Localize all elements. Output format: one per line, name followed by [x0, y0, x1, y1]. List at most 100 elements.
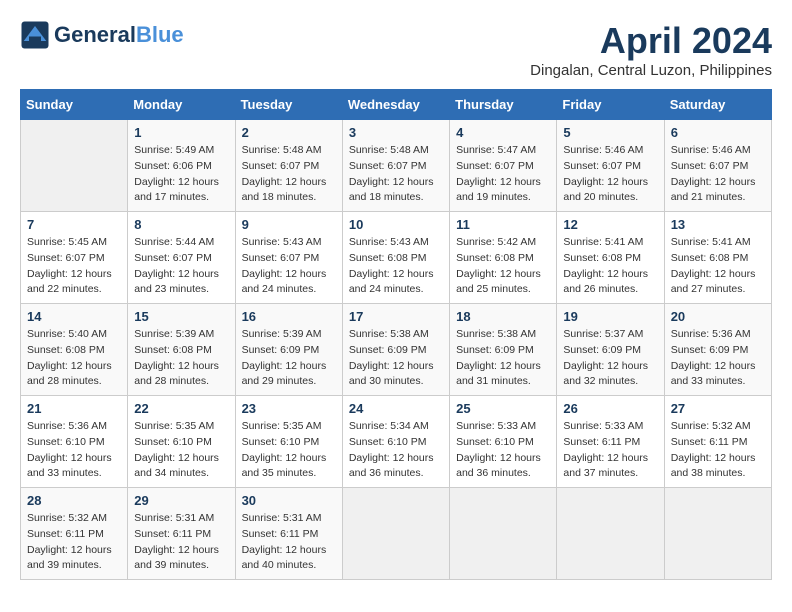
- weekday-header: Monday: [128, 90, 235, 120]
- day-number: 23: [242, 401, 336, 416]
- day-info: Sunrise: 5:34 AM Sunset: 6:10 PM Dayligh…: [349, 419, 443, 482]
- calendar-cell: 20 Sunrise: 5:36 AM Sunset: 6:09 PM Dayli…: [664, 304, 771, 396]
- day-number: 19: [563, 309, 657, 324]
- day-number: 15: [134, 309, 228, 324]
- weekday-header: Sunday: [21, 90, 128, 120]
- calendar-cell: 4Sunrise: 5:47 AM Sunset: 6:07 PM Daylig…: [450, 120, 557, 212]
- location: Dingalan, Central Luzon, Philippines: [530, 62, 772, 79]
- calendar-cell: 1 Sunrise: 5:49 AM Sunset: 6:06 PM Daylig…: [128, 120, 235, 212]
- day-number: 20: [671, 309, 765, 324]
- day-info: Sunrise: 5:39 AM Sunset: 6:09 PM Dayligh…: [242, 327, 336, 390]
- calendar-cell: 7Sunrise: 5:45 AM Sunset: 6:07 PM Daylig…: [21, 212, 128, 304]
- calendar-table: SundayMondayTuesdayWednesdayThursdayFrid…: [20, 89, 772, 580]
- calendar-cell: 30 Sunrise: 5:31 AM Sunset: 6:11 PM Dayli…: [235, 488, 342, 580]
- calendar-cell: 8 Sunrise: 5:44 AM Sunset: 6:07 PM Daylig…: [128, 212, 235, 304]
- day-info: Sunrise: 5:45 AM Sunset: 6:07 PM Dayligh…: [27, 235, 121, 298]
- day-number: 2: [242, 125, 336, 140]
- day-info: Sunrise: 5:49 AM Sunset: 6:06 PM Dayligh…: [134, 143, 228, 206]
- day-info: Sunrise: 5:31 AM Sunset: 6:11 PM Dayligh…: [134, 511, 228, 574]
- day-number: 10: [349, 217, 443, 232]
- calendar-cell: 2 Sunrise: 5:48 AM Sunset: 6:07 PM Daylig…: [235, 120, 342, 212]
- day-number: 22: [134, 401, 228, 416]
- title-block: April 2024 Dingalan, Central Luzon, Phil…: [530, 20, 772, 79]
- day-number: 18: [456, 309, 550, 324]
- logo-icon: [20, 20, 50, 50]
- day-info: Sunrise: 5:44 AM Sunset: 6:07 PM Dayligh…: [134, 235, 228, 298]
- weekday-header: Friday: [557, 90, 664, 120]
- day-info: Sunrise: 5:38 AM Sunset: 6:09 PM Dayligh…: [349, 327, 443, 390]
- logo-text: GeneralBlue: [54, 23, 184, 47]
- day-info: Sunrise: 5:43 AM Sunset: 6:08 PM Dayligh…: [349, 235, 443, 298]
- calendar-cell: 6 Sunrise: 5:46 AM Sunset: 6:07 PM Daylig…: [664, 120, 771, 212]
- day-number: 1: [134, 125, 228, 140]
- calendar-cell: 27Sunrise: 5:32 AM Sunset: 6:11 PM Dayli…: [664, 396, 771, 488]
- day-number: 11: [456, 217, 550, 232]
- calendar-cell: [557, 488, 664, 580]
- calendar-cell: 21Sunrise: 5:36 AM Sunset: 6:10 PM Dayli…: [21, 396, 128, 488]
- calendar-cell: 10 Sunrise: 5:43 AM Sunset: 6:08 PM Dayli…: [342, 212, 449, 304]
- day-number: 29: [134, 493, 228, 508]
- day-number: 30: [242, 493, 336, 508]
- day-info: Sunrise: 5:39 AM Sunset: 6:08 PM Dayligh…: [134, 327, 228, 390]
- day-info: Sunrise: 5:42 AM Sunset: 6:08 PM Dayligh…: [456, 235, 550, 298]
- day-info: Sunrise: 5:32 AM Sunset: 6:11 PM Dayligh…: [27, 511, 121, 574]
- logo: GeneralBlue: [20, 20, 184, 50]
- day-number: 3: [349, 125, 443, 140]
- calendar-cell: 16Sunrise: 5:39 AM Sunset: 6:09 PM Dayli…: [235, 304, 342, 396]
- day-number: 25: [456, 401, 550, 416]
- day-number: 6: [671, 125, 765, 140]
- calendar-cell: 23 Sunrise: 5:35 AM Sunset: 6:10 PM Dayli…: [235, 396, 342, 488]
- calendar-cell: 3 Sunrise: 5:48 AM Sunset: 6:07 PM Daylig…: [342, 120, 449, 212]
- calendar-cell: 24 Sunrise: 5:34 AM Sunset: 6:10 PM Dayli…: [342, 396, 449, 488]
- day-info: Sunrise: 5:41 AM Sunset: 6:08 PM Dayligh…: [671, 235, 765, 298]
- calendar-week-row: 7Sunrise: 5:45 AM Sunset: 6:07 PM Daylig…: [21, 212, 772, 304]
- day-number: 26: [563, 401, 657, 416]
- day-number: 12: [563, 217, 657, 232]
- calendar-cell: 25 Sunrise: 5:33 AM Sunset: 6:10 PM Dayli…: [450, 396, 557, 488]
- calendar-cell: 11 Sunrise: 5:42 AM Sunset: 6:08 PM Dayli…: [450, 212, 557, 304]
- day-number: 8: [134, 217, 228, 232]
- calendar-cell: 13 Sunrise: 5:41 AM Sunset: 6:08 PM Dayli…: [664, 212, 771, 304]
- calendar-cell: 19 Sunrise: 5:37 AM Sunset: 6:09 PM Dayli…: [557, 304, 664, 396]
- day-info: Sunrise: 5:36 AM Sunset: 6:09 PM Dayligh…: [671, 327, 765, 390]
- weekday-header: Tuesday: [235, 90, 342, 120]
- weekday-header: Saturday: [664, 90, 771, 120]
- day-info: Sunrise: 5:46 AM Sunset: 6:07 PM Dayligh…: [563, 143, 657, 206]
- day-number: 28: [27, 493, 121, 508]
- calendar-cell: 22 Sunrise: 5:35 AM Sunset: 6:10 PM Dayli…: [128, 396, 235, 488]
- day-number: 4: [456, 125, 550, 140]
- calendar-cell: 26 Sunrise: 5:33 AM Sunset: 6:11 PM Dayli…: [557, 396, 664, 488]
- day-number: 13: [671, 217, 765, 232]
- day-info: Sunrise: 5:38 AM Sunset: 6:09 PM Dayligh…: [456, 327, 550, 390]
- day-info: Sunrise: 5:33 AM Sunset: 6:10 PM Dayligh…: [456, 419, 550, 482]
- day-info: Sunrise: 5:33 AM Sunset: 6:11 PM Dayligh…: [563, 419, 657, 482]
- day-number: 24: [349, 401, 443, 416]
- calendar-cell: [342, 488, 449, 580]
- calendar-cell: 28 Sunrise: 5:32 AM Sunset: 6:11 PM Dayli…: [21, 488, 128, 580]
- calendar-cell: 17 Sunrise: 5:38 AM Sunset: 6:09 PM Dayli…: [342, 304, 449, 396]
- calendar-cell: 29 Sunrise: 5:31 AM Sunset: 6:11 PM Dayli…: [128, 488, 235, 580]
- day-info: Sunrise: 5:48 AM Sunset: 6:07 PM Dayligh…: [242, 143, 336, 206]
- day-info: Sunrise: 5:48 AM Sunset: 6:07 PM Dayligh…: [349, 143, 443, 206]
- day-info: Sunrise: 5:37 AM Sunset: 6:09 PM Dayligh…: [563, 327, 657, 390]
- day-info: Sunrise: 5:35 AM Sunset: 6:10 PM Dayligh…: [242, 419, 336, 482]
- day-number: 17: [349, 309, 443, 324]
- day-info: Sunrise: 5:32 AM Sunset: 6:11 PM Dayligh…: [671, 419, 765, 482]
- calendar-cell: [21, 120, 128, 212]
- day-info: Sunrise: 5:46 AM Sunset: 6:07 PM Dayligh…: [671, 143, 765, 206]
- weekday-header: Thursday: [450, 90, 557, 120]
- day-number: 9: [242, 217, 336, 232]
- day-info: Sunrise: 5:43 AM Sunset: 6:07 PM Dayligh…: [242, 235, 336, 298]
- calendar-cell: [664, 488, 771, 580]
- calendar-week-row: 21Sunrise: 5:36 AM Sunset: 6:10 PM Dayli…: [21, 396, 772, 488]
- day-info: Sunrise: 5:36 AM Sunset: 6:10 PM Dayligh…: [27, 419, 121, 482]
- calendar-cell: [450, 488, 557, 580]
- weekday-header-row: SundayMondayTuesdayWednesdayThursdayFrid…: [21, 90, 772, 120]
- page-header: GeneralBlue April 2024 Dingalan, Central…: [20, 20, 772, 79]
- day-info: Sunrise: 5:35 AM Sunset: 6:10 PM Dayligh…: [134, 419, 228, 482]
- calendar-week-row: 1 Sunrise: 5:49 AM Sunset: 6:06 PM Daylig…: [21, 120, 772, 212]
- day-info: Sunrise: 5:31 AM Sunset: 6:11 PM Dayligh…: [242, 511, 336, 574]
- calendar-cell: 12Sunrise: 5:41 AM Sunset: 6:08 PM Dayli…: [557, 212, 664, 304]
- calendar-week-row: 14Sunrise: 5:40 AM Sunset: 6:08 PM Dayli…: [21, 304, 772, 396]
- calendar-cell: 9 Sunrise: 5:43 AM Sunset: 6:07 PM Daylig…: [235, 212, 342, 304]
